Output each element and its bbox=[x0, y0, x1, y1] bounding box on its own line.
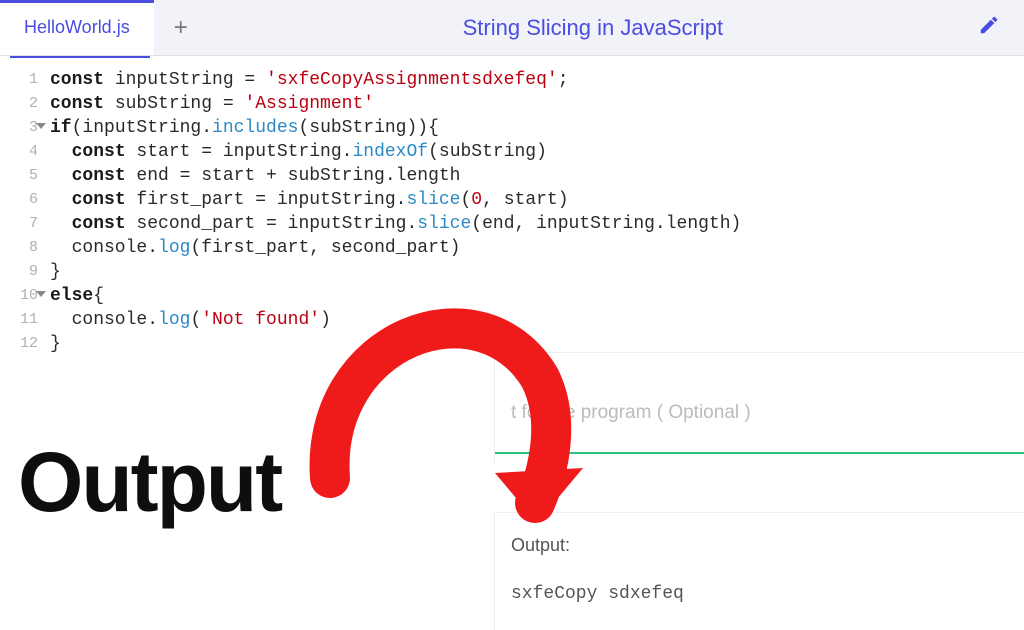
line-number: 8 bbox=[0, 236, 38, 260]
line-number: 9 bbox=[0, 260, 38, 284]
line-number: 5 bbox=[0, 164, 38, 188]
code-editor[interactable]: 123456789101112 const inputString = 'sxf… bbox=[0, 56, 1024, 356]
line-number: 4 bbox=[0, 140, 38, 164]
annotation-label: Output bbox=[18, 434, 281, 531]
line-number: 10 bbox=[0, 284, 38, 308]
code-line[interactable]: const start = inputString.indexOf(subStr… bbox=[50, 140, 1024, 164]
code-line[interactable]: console.log(first_part, second_part) bbox=[50, 236, 1024, 260]
editor-tabs-bar: HelloWorld.js + String Slicing in JavaSc… bbox=[0, 0, 1024, 56]
code-line[interactable]: const second_part = inputString.slice(en… bbox=[50, 212, 1024, 236]
output-heading: Output: bbox=[511, 535, 1020, 556]
page-title: String Slicing in JavaScript bbox=[208, 15, 978, 41]
line-number: 3 bbox=[0, 116, 38, 140]
stdin-placeholder: t for the program ( Optional ) bbox=[495, 402, 1024, 452]
code-line[interactable]: console.log('Not found') bbox=[50, 308, 1024, 332]
edit-icon[interactable] bbox=[978, 14, 1000, 41]
header-actions bbox=[978, 14, 1024, 41]
line-gutter: 123456789101112 bbox=[0, 68, 50, 356]
add-tab-button[interactable]: + bbox=[154, 14, 208, 42]
code-content[interactable]: const inputString = 'sxfeCopyAssignments… bbox=[50, 68, 1024, 356]
code-line[interactable]: const end = start + subString.length bbox=[50, 164, 1024, 188]
code-line[interactable]: if(inputString.includes(subString)){ bbox=[50, 116, 1024, 140]
code-line[interactable]: const subString = 'Assignment' bbox=[50, 92, 1024, 116]
stdin-panel: TDIN t for the program ( Optional ) bbox=[494, 352, 1024, 464]
line-number: 11 bbox=[0, 308, 38, 332]
code-line[interactable]: } bbox=[50, 260, 1024, 284]
line-number: 1 bbox=[0, 68, 38, 92]
code-line[interactable]: else{ bbox=[50, 284, 1024, 308]
file-tab-label: HelloWorld.js bbox=[24, 17, 130, 38]
code-line[interactable]: const inputString = 'sxfeCopyAssignments… bbox=[50, 68, 1024, 92]
code-line[interactable]: const first_part = inputString.slice(0, … bbox=[50, 188, 1024, 212]
plus-icon: + bbox=[174, 14, 188, 41]
line-number: 7 bbox=[0, 212, 38, 236]
file-tab[interactable]: HelloWorld.js bbox=[0, 0, 154, 55]
active-tab-indicator bbox=[10, 56, 150, 58]
output-text: sxfeCopy sdxefeq bbox=[511, 584, 1020, 604]
line-number: 2 bbox=[0, 92, 38, 116]
stdin-heading: TDIN bbox=[495, 353, 1024, 402]
stdin-separator bbox=[495, 452, 1024, 454]
output-panel: Output: sxfeCopy sdxefeq bbox=[494, 512, 1024, 630]
line-number: 6 bbox=[0, 188, 38, 212]
line-number: 12 bbox=[0, 332, 38, 356]
